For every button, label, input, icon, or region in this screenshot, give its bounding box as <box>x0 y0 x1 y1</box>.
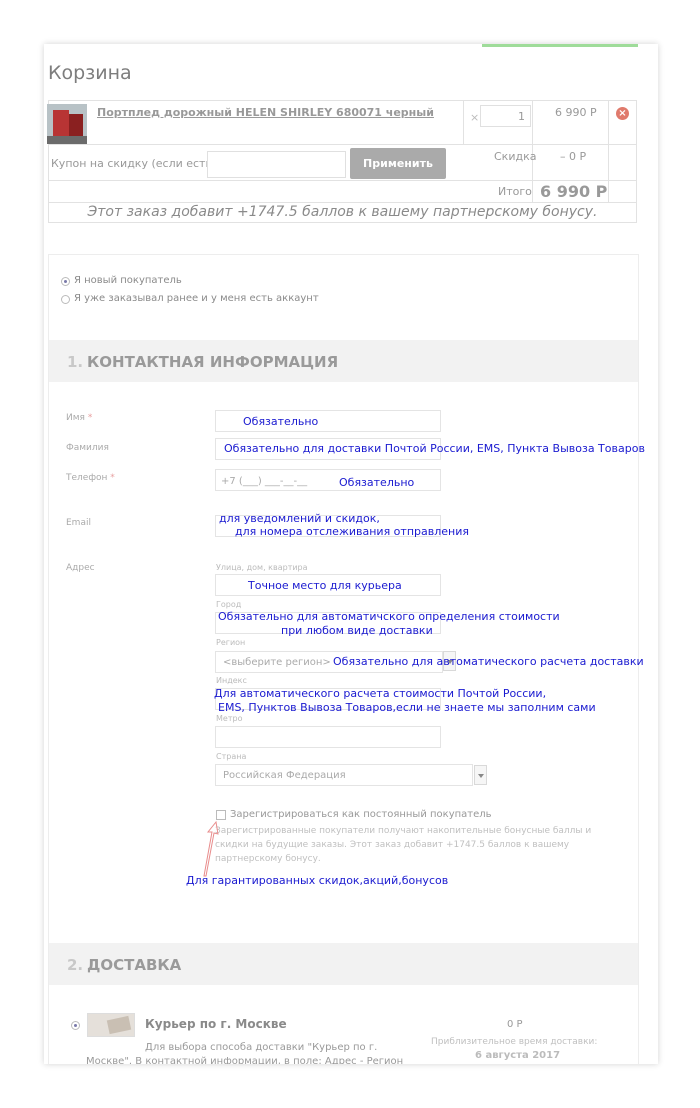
contact-section-header: 1. КОНТАКТНАЯ ИНФОРМАЦИЯ <box>49 340 638 382</box>
existing-customer-label[interactable]: Я уже заказывал ранее и у меня есть акка… <box>74 293 319 304</box>
register-note-line-1: Зарегистрированные покупатели получают н… <box>215 826 592 836</box>
top-accent-bar <box>482 44 638 47</box>
street-annotation: Точное место для курьера <box>248 579 402 592</box>
contact-section-number: 1. <box>67 353 84 371</box>
delivery-section-number: 2. <box>67 956 84 974</box>
discount-empty-cell <box>608 144 637 181</box>
register-checkbox[interactable] <box>216 810 226 820</box>
times-sign: × <box>470 111 480 124</box>
coupon-input[interactable] <box>207 151 346 178</box>
checkout-page: Корзина Портплед дорожный HELEN SHIRLEY … <box>44 44 658 1064</box>
email-annotation-2: для номера отслеживания отправления <box>235 525 469 538</box>
page-title: Корзина <box>48 62 132 84</box>
remove-item-icon[interactable]: × <box>616 107 629 120</box>
item-price: 6 990 Р <box>555 106 597 119</box>
eta-label: Приблизительное время доставки: <box>431 1037 598 1047</box>
metro-input[interactable] <box>215 726 441 748</box>
city-annotation-2: при любом виде доставки <box>281 624 433 637</box>
delivery-section-title: ДОСТАВКА <box>87 956 182 974</box>
apply-coupon-button[interactable]: Применить <box>350 148 446 179</box>
delivery-section-header: 2. ДОСТАВКА <box>49 943 638 985</box>
product-thumbnail[interactable] <box>47 104 87 144</box>
product-name-link[interactable]: Портплед дорожный HELEN SHIRLEY 680071 ч… <box>97 106 434 119</box>
existing-customer-radio[interactable] <box>61 295 70 304</box>
total-value: 6 990 Р <box>540 182 608 201</box>
name-label: Имя * <box>66 413 93 423</box>
index-annotation-1: Для автоматического расчета стоимости По… <box>214 687 547 700</box>
region-value: <выберите регион> <box>223 657 331 668</box>
region-annotation: Обязательно для автоматического расчета … <box>333 655 644 668</box>
phone-placeholder: +7 (___) ___-__-__ <box>221 476 308 487</box>
annotation-arrow-icon <box>203 820 219 877</box>
register-label[interactable]: Зарегистрироваться как постоянный покупа… <box>230 809 492 820</box>
address-label: Адрес <box>66 563 95 573</box>
country-value: Российская Федерация <box>223 770 346 781</box>
total-label: Итого <box>498 185 532 198</box>
metro-sublabel: Метро <box>216 714 243 723</box>
courier-option-desc-1: Для выбора способа доставки "Курьер по г… <box>145 1042 378 1053</box>
courier-thumbnail <box>87 1013 135 1037</box>
phone-annotation: Обязательно <box>339 476 415 489</box>
country-dropdown-icon[interactable] <box>474 765 487 785</box>
register-annotation: Для гарантированных скидок,акций,бонусов <box>186 874 449 887</box>
phone-label: Телефон * <box>66 473 115 483</box>
region-sublabel: Регион <box>216 638 246 647</box>
city-annotation-1: Обязательно для автоматичского определен… <box>218 610 560 623</box>
total-empty-cell <box>608 180 637 203</box>
name-annotation: Обязательно <box>243 415 319 428</box>
discount-value: – 0 Р <box>560 150 587 163</box>
coupon-label: Купон на скидку (если есть): <box>51 157 220 170</box>
city-sublabel: Город <box>216 600 242 609</box>
index-annotation-2: EMS, Пунктов Вывоза Товаров,если не знае… <box>218 701 596 714</box>
register-note-line-3: партнерскому бонусу. <box>215 854 321 864</box>
bonus-note: Этот заказ добавит +1747.5 баллов к ваше… <box>87 204 598 220</box>
index-sublabel: Индекс <box>216 676 247 685</box>
discount-label: Скидка <box>494 150 537 163</box>
quantity-input[interactable]: 1 <box>480 105 531 127</box>
courier-price: 0 Р <box>507 1019 523 1030</box>
contact-section-title: КОНТАКТНАЯ ИНФОРМАЦИЯ <box>87 353 339 371</box>
new-customer-label[interactable]: Я новый покупатель <box>74 275 182 286</box>
register-note-line-2: скидки на будущие заказы. Этот заказ доб… <box>215 840 570 850</box>
courier-option-title[interactable]: Курьер по г. Москве <box>145 1017 287 1031</box>
surname-label: Фамилия <box>66 443 109 453</box>
email-annotation-1: для уведомлений и скидок, <box>219 512 380 525</box>
email-label: Email <box>66 518 91 528</box>
total-label-cell <box>48 180 533 203</box>
country-sublabel: Страна <box>216 752 247 761</box>
courier-moscow-radio[interactable] <box>71 1021 80 1030</box>
order-form: Я новый покупатель Я уже заказывал ранее… <box>48 254 645 1064</box>
courier-option-desc-2: Москве". В контактной информации, в поле… <box>86 1056 404 1064</box>
eta-date: 6 августа 2017 <box>475 1050 561 1061</box>
new-customer-radio[interactable] <box>61 277 70 286</box>
street-sublabel: Улица, дом, квартира <box>216 563 308 572</box>
surname-annotation: Обязательно для доставки Почтой России, … <box>224 442 645 455</box>
